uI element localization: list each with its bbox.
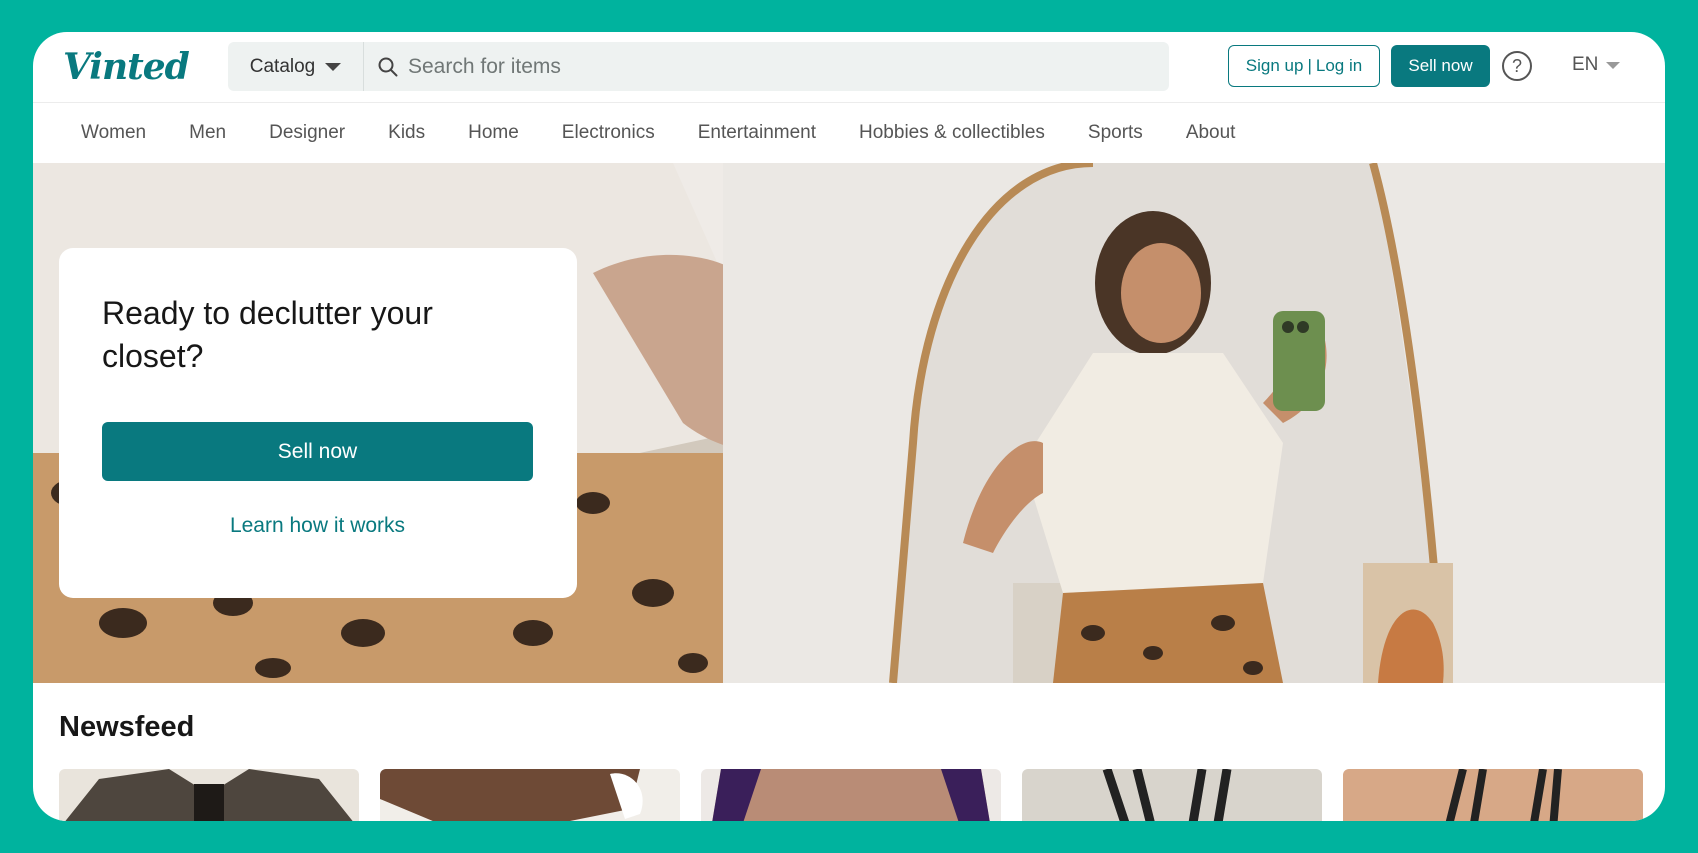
- nav-item-women[interactable]: Women: [81, 122, 146, 144]
- auth-separator: |: [1307, 56, 1312, 75]
- search-field: [364, 54, 1169, 79]
- site-header: Vinted Catalog Sign up | Log in Sell: [33, 32, 1665, 102]
- nav-item-home[interactable]: Home: [468, 122, 519, 144]
- hero-sell-button[interactable]: Sell now: [102, 422, 533, 481]
- feed-item[interactable]: [380, 769, 680, 821]
- feed-item[interactable]: [59, 769, 359, 821]
- browser-window: Vinted Catalog Sign up | Log in Sell: [33, 32, 1665, 821]
- search-input[interactable]: [408, 54, 1108, 79]
- nav-item-hobbies[interactable]: Hobbies & collectibles: [859, 122, 1045, 144]
- hero-title: Ready to declutter your closet?: [102, 295, 433, 374]
- language-selector[interactable]: EN: [1572, 54, 1621, 76]
- category-nav: Women Men Designer Kids Home Electronics…: [33, 102, 1665, 163]
- newsfeed-grid: [59, 769, 1643, 821]
- nav-item-kids[interactable]: Kids: [388, 122, 425, 144]
- feed-item[interactable]: [1343, 769, 1643, 821]
- learn-how-link[interactable]: Learn how it works: [102, 514, 533, 538]
- catalog-label: Catalog: [249, 55, 316, 77]
- nav-item-about[interactable]: About: [1186, 122, 1236, 144]
- nav-item-electronics[interactable]: Electronics: [562, 122, 655, 144]
- nav-item-entertainment[interactable]: Entertainment: [698, 122, 816, 144]
- nav-item-sports[interactable]: Sports: [1088, 122, 1143, 144]
- feed-item[interactable]: [1022, 769, 1322, 821]
- language-label: EN: [1572, 54, 1599, 75]
- nav-item-men[interactable]: Men: [189, 122, 226, 144]
- chevron-down-icon: [1606, 61, 1621, 69]
- hero-card: Ready to declutter your closet? Sell now…: [59, 248, 577, 598]
- chevron-down-icon: [325, 62, 342, 71]
- help-icon[interactable]: ?: [1502, 51, 1532, 81]
- search-bar: Catalog: [228, 42, 1169, 91]
- newsfeed-title: Newsfeed: [59, 711, 195, 743]
- nav-item-designer[interactable]: Designer: [269, 122, 345, 144]
- hero-banner: Ready to declutter your closet? Sell now…: [33, 163, 1665, 683]
- header-sell-button[interactable]: Sell now: [1391, 45, 1490, 87]
- signup-label[interactable]: Sign up: [1246, 56, 1304, 76]
- feed-item[interactable]: [701, 769, 1001, 821]
- signup-login-button[interactable]: Sign up | Log in: [1228, 45, 1380, 87]
- catalog-dropdown[interactable]: Catalog: [228, 42, 364, 91]
- search-icon: [378, 57, 398, 77]
- vinted-logo[interactable]: Vinted: [63, 46, 190, 88]
- login-label[interactable]: Log in: [1316, 56, 1362, 76]
